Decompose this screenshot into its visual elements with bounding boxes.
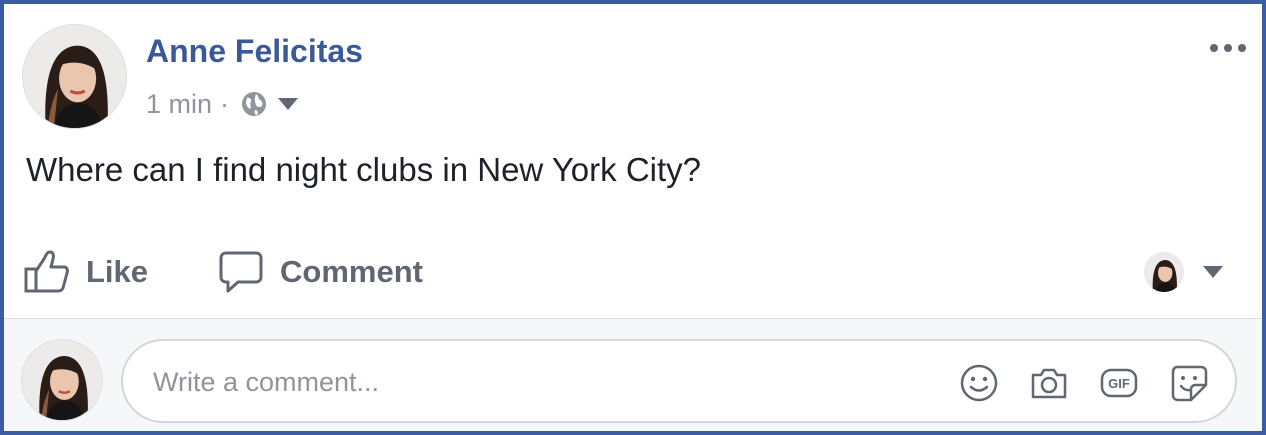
sticker-icon[interactable] — [1169, 363, 1209, 403]
commenter-photo — [22, 340, 102, 420]
comment-input[interactable] — [151, 359, 935, 405]
author-photo — [23, 25, 126, 128]
comment-button[interactable]: Comment — [218, 244, 423, 300]
gif-icon[interactable]: GIF — [1099, 363, 1139, 403]
comment-label: Comment — [280, 254, 423, 289]
like-button[interactable]: Like — [24, 244, 148, 300]
chevron-down-icon[interactable] — [1202, 265, 1224, 279]
post-timestamp[interactable]: 1 min — [146, 89, 212, 120]
reaction-avatar — [1144, 252, 1184, 292]
chevron-down-icon[interactable] — [277, 97, 299, 111]
more-options-icon[interactable] — [1208, 40, 1248, 56]
author-avatar[interactable] — [22, 24, 127, 129]
meta-separator: · — [220, 88, 230, 119]
author-name[interactable]: Anne Felicitas — [146, 31, 363, 71]
thumbs-up-icon — [24, 250, 69, 293]
comment-icon — [219, 251, 263, 293]
emoji-icon[interactable] — [959, 363, 999, 403]
gif-label: GIF — [1108, 376, 1130, 391]
globe-icon[interactable] — [241, 91, 267, 117]
post-meta: 1 min · — [146, 86, 299, 122]
comment-input-box[interactable]: GIF — [121, 339, 1237, 423]
reaction-avatar-photo — [1144, 252, 1184, 292]
like-label: Like — [86, 254, 149, 289]
camera-icon[interactable] — [1029, 363, 1069, 403]
commenter-avatar[interactable] — [21, 339, 103, 421]
post-text: Where can I find night clubs in New York… — [26, 151, 702, 188]
reaction-selector[interactable] — [1144, 250, 1224, 294]
